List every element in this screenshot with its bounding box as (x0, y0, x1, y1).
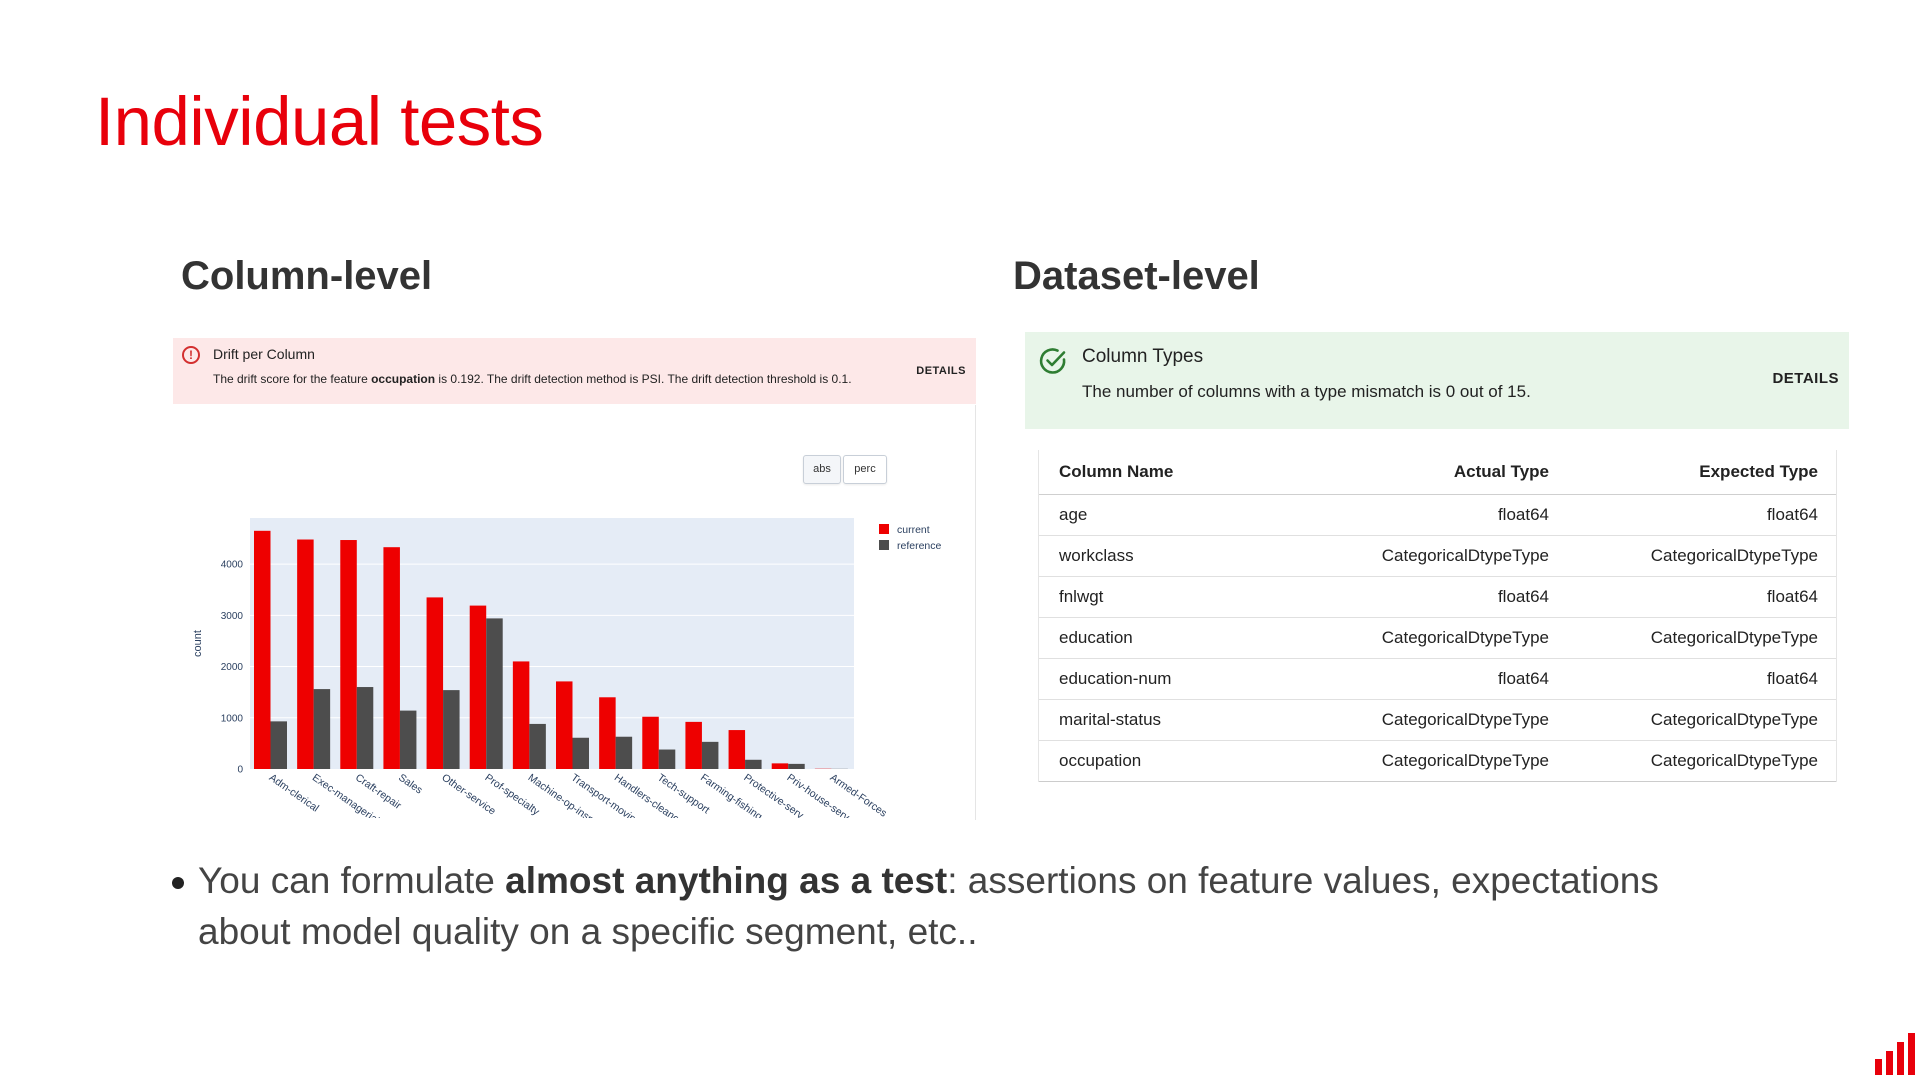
drift-bar-chart: 01000200030004000countAdm-clericalExec-m… (192, 518, 942, 818)
bar-reference (443, 690, 460, 769)
drift-feature-name: occupation (371, 372, 436, 386)
table-row: education-num float64 float64 (1039, 659, 1836, 700)
column-types-table: Column Name Actual Type Expected Type ag… (1038, 450, 1837, 782)
drift-desc-suffix: is 0.192. The drift detection method is … (435, 372, 852, 386)
bar-current (685, 721, 702, 769)
bar-current (254, 530, 271, 769)
bar-reference (788, 763, 805, 769)
cell-expected-type: CategoricalDtypeType (1650, 628, 1818, 647)
cell-actual-type: CategoricalDtypeType (1381, 710, 1549, 729)
legend-swatch (879, 524, 889, 534)
header-expected-type[interactable]: Expected Type (1699, 450, 1818, 494)
bar-reference (615, 736, 633, 769)
panel-divider (975, 405, 976, 820)
y-tick-label: 1000 (221, 713, 244, 724)
bar-current (599, 697, 616, 769)
bar-current (469, 605, 487, 769)
drift-details-button[interactable]: DETAILS (916, 365, 966, 377)
bar-reference (572, 737, 589, 769)
cell-actual-type: float64 (1497, 587, 1549, 606)
bar-current (426, 597, 444, 769)
drift-alert: ! Drift per Column The drift score for t… (173, 338, 976, 404)
cell-column-name: education-num (1059, 669, 1172, 688)
abs-toggle-button[interactable]: abs (803, 455, 841, 484)
cell-actual-type: float64 (1497, 505, 1549, 524)
y-tick-label: 3000 (221, 611, 244, 622)
cell-column-name: age (1059, 505, 1088, 524)
column-types-description: The number of columns with a type mismat… (1082, 382, 1531, 401)
dataset-level-heading: Dataset-level (1013, 254, 1260, 298)
table-row: education CategoricalDtypeType Categoric… (1039, 618, 1836, 659)
column-types-title: Column Types (1082, 346, 1204, 367)
bullet-dot (172, 877, 184, 889)
bar-current (383, 547, 400, 769)
bar-reference (486, 618, 503, 769)
bar-reference (270, 721, 287, 769)
bar-reference (313, 689, 331, 769)
drift-desc-prefix: The drift score for the feature (213, 372, 372, 386)
bar-reference (658, 749, 676, 769)
alert-circle-icon: ! (182, 346, 200, 364)
check-circle-icon (1039, 348, 1066, 374)
bar-current (556, 681, 573, 769)
bar-current (771, 763, 789, 769)
header-actual-type[interactable]: Actual Type (1454, 450, 1549, 494)
bar-current (340, 540, 357, 769)
table-row: fnlwgt float64 float64 (1039, 577, 1836, 618)
bullet-bold: almost anything as a test (505, 860, 948, 901)
y-tick-label: 2000 (221, 662, 244, 673)
bar-current (728, 730, 746, 769)
cell-expected-type: CategoricalDtypeType (1650, 546, 1818, 565)
legend-label: reference (897, 540, 942, 552)
cell-expected-type: float64 (1766, 669, 1818, 688)
bar-current (512, 661, 530, 769)
cell-expected-type: float64 (1766, 505, 1818, 524)
bar-reference (701, 741, 719, 769)
cell-column-name: education (1059, 628, 1133, 647)
drift-alert-description: The drift score for the feature occupati… (213, 372, 852, 386)
y-tick-label: 0 (237, 765, 243, 776)
cell-column-name: occupation (1059, 751, 1142, 770)
drift-alert-title: Drift per Column (213, 346, 315, 362)
bar-reference (529, 723, 546, 769)
cell-actual-type: CategoricalDtypeType (1381, 628, 1549, 647)
legend-label: current (897, 524, 930, 536)
cell-expected-type: float64 (1766, 587, 1818, 606)
drift-test-panel: ! Drift per Column The drift score for t… (173, 338, 976, 818)
header-column-name[interactable]: Column Name (1059, 450, 1173, 494)
cell-column-name: fnlwgt (1059, 587, 1104, 606)
bar-current (642, 716, 659, 769)
column-level-heading: Column-level (181, 254, 433, 298)
cell-actual-type: CategoricalDtypeType (1381, 546, 1549, 565)
cell-column-name: workclass (1059, 546, 1134, 565)
cell-expected-type: CategoricalDtypeType (1650, 751, 1818, 770)
bar-chart-logo-icon (1875, 1033, 1915, 1075)
cell-actual-type: CategoricalDtypeType (1381, 751, 1549, 770)
table-row: workclass CategoricalDtypeType Categoric… (1039, 536, 1836, 577)
perc-toggle-button[interactable]: perc (843, 455, 887, 484)
legend-swatch (879, 540, 889, 550)
slide-title: Individual tests (95, 83, 544, 160)
y-tick-label: 4000 (221, 560, 244, 571)
column-types-alert: Column Types The number of columns with … (1025, 332, 1849, 429)
bullet-text: You can formulate almost anything as a t… (198, 855, 1758, 957)
column-types-details-button[interactable]: DETAILS (1772, 370, 1839, 387)
bar-reference (399, 710, 417, 769)
bar-reference (356, 687, 374, 769)
bar-current (297, 539, 314, 769)
cell-column-name: marital-status (1059, 710, 1162, 729)
table-row: occupation CategoricalDtypeType Categori… (1039, 741, 1836, 782)
x-tick-label: Sales (396, 772, 424, 797)
y-axis-label: count (192, 630, 204, 657)
table-row: age float64 float64 (1039, 495, 1836, 536)
cell-expected-type: CategoricalDtypeType (1650, 710, 1818, 729)
table-header-row: Column Name Actual Type Expected Type (1039, 450, 1836, 495)
bar-reference (745, 759, 762, 769)
cell-actual-type: float64 (1497, 669, 1549, 688)
table-row: marital-status CategoricalDtypeType Cate… (1039, 700, 1836, 741)
bullet-prefix: You can formulate (198, 860, 506, 901)
